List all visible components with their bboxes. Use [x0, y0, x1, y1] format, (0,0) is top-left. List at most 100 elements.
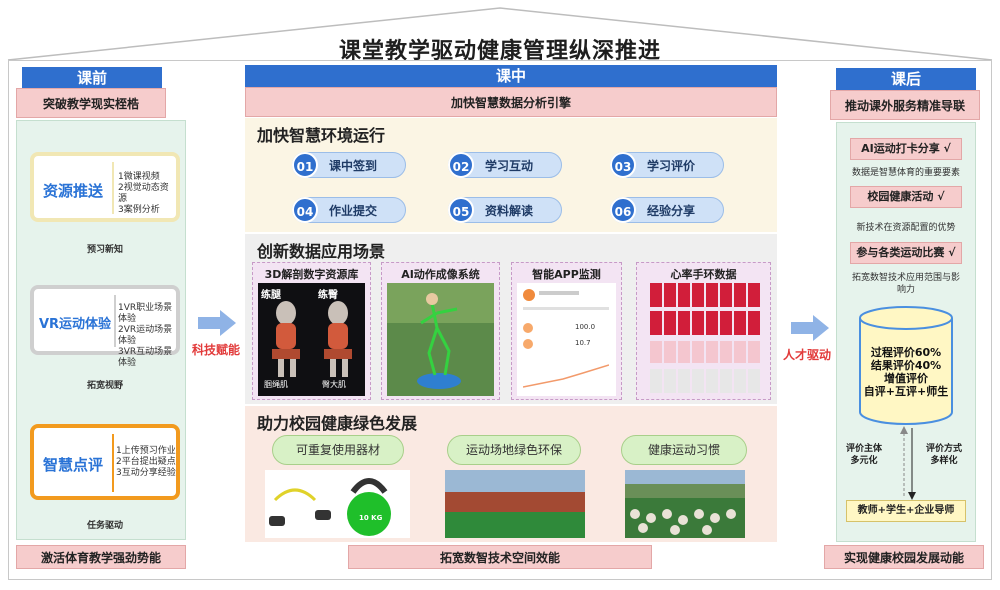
book-caption: 预习新知: [86, 245, 123, 255]
left-header: 课前: [22, 67, 162, 89]
app-trend-chart: [523, 364, 609, 388]
right-item-campus: 校园健康活动 √: [850, 186, 962, 208]
green-pill-equipment: 可重复使用器材: [272, 435, 404, 465]
book-title: 智慧点评: [42, 456, 103, 474]
anatomy-label: 腘绳肌: [264, 380, 288, 389]
book-caption: 任务驱动: [86, 521, 123, 531]
book-line: 2VR运动场景体验: [118, 325, 173, 346]
flow-arrows: [900, 426, 916, 500]
pill-label: 学习评价: [647, 159, 696, 173]
card-title: 心率手环数据: [670, 268, 737, 281]
cylinder-line: 自评+互评+师生: [863, 385, 949, 398]
right-header: 课后: [836, 68, 976, 90]
app-screenshot: 100.0 10.7: [517, 283, 616, 396]
mentor-box: 教师+学生+企业导师: [846, 500, 966, 522]
app-stat-icon: [523, 323, 533, 333]
pill-sharing[interactable]: 06 经验分享: [610, 197, 724, 223]
pill-number: 01: [292, 152, 318, 178]
anatomy-figures: [272, 301, 352, 377]
book-line: 3案例分析: [118, 205, 160, 215]
equipment-image: 10 KG: [265, 470, 410, 538]
kettlebell-icon: [269, 478, 391, 536]
cylinder-line: 结果评价40%: [870, 359, 942, 372]
cylinder-line: 增值评价: [884, 372, 928, 385]
pill-label: 学习互动: [485, 159, 534, 173]
book-caption: 拓宽视野: [86, 381, 123, 391]
book-line: 3互动分享经验: [116, 468, 176, 478]
app-stat-value: 10.7: [575, 339, 591, 347]
book-smart-review: 智慧点评 1上传预习作业 2平台提出疑点 3互动分享经验: [30, 424, 180, 500]
heart-rate-grid: [650, 283, 760, 393]
book-spine: [112, 434, 114, 492]
app-text-line: [539, 291, 579, 295]
side-line: 评价主体: [846, 444, 883, 454]
middle-subtitle: 加快智慧数据分析引擎: [245, 87, 777, 117]
card-title: 3D解剖数字资源库: [264, 268, 359, 281]
card-title: AI动作成像系统: [401, 268, 480, 281]
book-lines: 1微课视频 2视觉动态资源 3案例分析: [118, 172, 176, 216]
app-text-line: [523, 307, 609, 310]
book-spine: [112, 162, 114, 214]
book-line: 1上传预习作业: [116, 446, 176, 456]
cylinder-text: 过程评价60% 结果评价40% 增值评价 自评+互评+师生: [858, 346, 954, 398]
arrow-right-icon: [198, 310, 236, 336]
pill-checkin[interactable]: 01 课中签到: [292, 152, 406, 178]
app-stat-value: 100.0: [575, 323, 596, 331]
right-footer: 实现健康校园发展动能: [824, 545, 984, 569]
book-lines: 1VR职业场景体验 2VR运动场景体验 3VR互动场景体验: [118, 303, 176, 369]
book-line: 1微课视频: [118, 172, 160, 182]
side-line: 多样化: [930, 456, 958, 466]
green-pill-habit: 健康运动习惯: [621, 435, 747, 465]
left-subtitle: 突破教学现实桎梏: [16, 88, 166, 118]
section3-title: 助力校园健康绿色发展: [257, 414, 418, 433]
cylinder-line: 过程评价60%: [870, 346, 942, 359]
field-image: [445, 470, 585, 538]
arrow-right-icon: [791, 315, 829, 341]
book-lines: 1上传预习作业 2平台提出疑点 3互动分享经验: [116, 446, 176, 479]
pill-materials[interactable]: 05 资料解读: [448, 197, 562, 223]
book-line: 3VR互动场景体验: [118, 347, 173, 368]
students-image: [625, 470, 745, 538]
section1-title: 加快智慧环境运行: [257, 126, 386, 145]
right-item-competition: 参与各类运动比赛 √: [850, 242, 962, 264]
book-line: 1VR职业场景体验: [118, 303, 173, 324]
kettlebell-label: 10 KG: [359, 514, 383, 522]
pill-label: 课中签到: [329, 159, 378, 173]
pill-label: 经验分享: [647, 204, 696, 218]
pill-number: 04: [292, 197, 318, 223]
pill-homework[interactable]: 04 作业提交: [292, 197, 406, 223]
book-resource-push: 资源推送 1微课视频 2视觉动态资源 3案例分析: [30, 152, 180, 222]
right-item-ai-checkin: AI运动打卡分享 √: [850, 138, 962, 160]
right-item-text: 拓宽数智技术应用范围与影响力: [851, 273, 960, 295]
card-title: 智能APP监测: [532, 268, 601, 281]
section2-title: 创新数据应用场景: [257, 242, 386, 261]
arrow-label-talent: 人才驱动: [783, 348, 832, 362]
avatar: [523, 289, 535, 301]
side-line: 多元化: [850, 456, 878, 466]
middle-footer: 拓宽数智技术空间效能: [348, 545, 652, 569]
book-title: 资源推送: [42, 182, 103, 200]
arrow-label-tech: 科技赋能: [192, 343, 241, 357]
side-line: 评价方式: [926, 444, 963, 454]
pill-number: 05: [448, 197, 474, 223]
ai-motion-image: [387, 283, 494, 396]
right-item-text: 数据是智慧体育的重要要素: [851, 168, 960, 178]
pill-number: 06: [610, 197, 636, 223]
book-line: 2视觉动态资源: [118, 183, 169, 204]
book-vr-experience: VR运动体验 1VR职业场景体验 2VR运动场景体验 3VR互动场景体验: [30, 285, 180, 368]
app-stat-icon: [523, 339, 533, 349]
book-spine: [114, 295, 116, 347]
side-label-subject: 评价主体 多元化: [846, 443, 882, 467]
book-title: VR运动体验: [38, 317, 112, 332]
green-pill-field: 运动场地绿色环保: [447, 435, 581, 465]
pill-label: 作业提交: [329, 204, 378, 218]
side-label-method: 评价方式 多样化: [926, 443, 962, 467]
pill-label: 资料解读: [485, 204, 534, 218]
pill-interaction[interactable]: 02 学习互动: [448, 152, 562, 178]
right-item-text: 新技术在资源配置的优势: [856, 223, 956, 233]
pill-number: 03: [610, 152, 636, 178]
anatomy-image: 练腿 练臀 腘绳肌 臀大肌: [258, 283, 365, 396]
pill-evaluation[interactable]: 03 学习评价: [610, 152, 724, 178]
anatomy-label: 臀大肌: [322, 380, 346, 389]
middle-header: 课中: [245, 65, 777, 87]
